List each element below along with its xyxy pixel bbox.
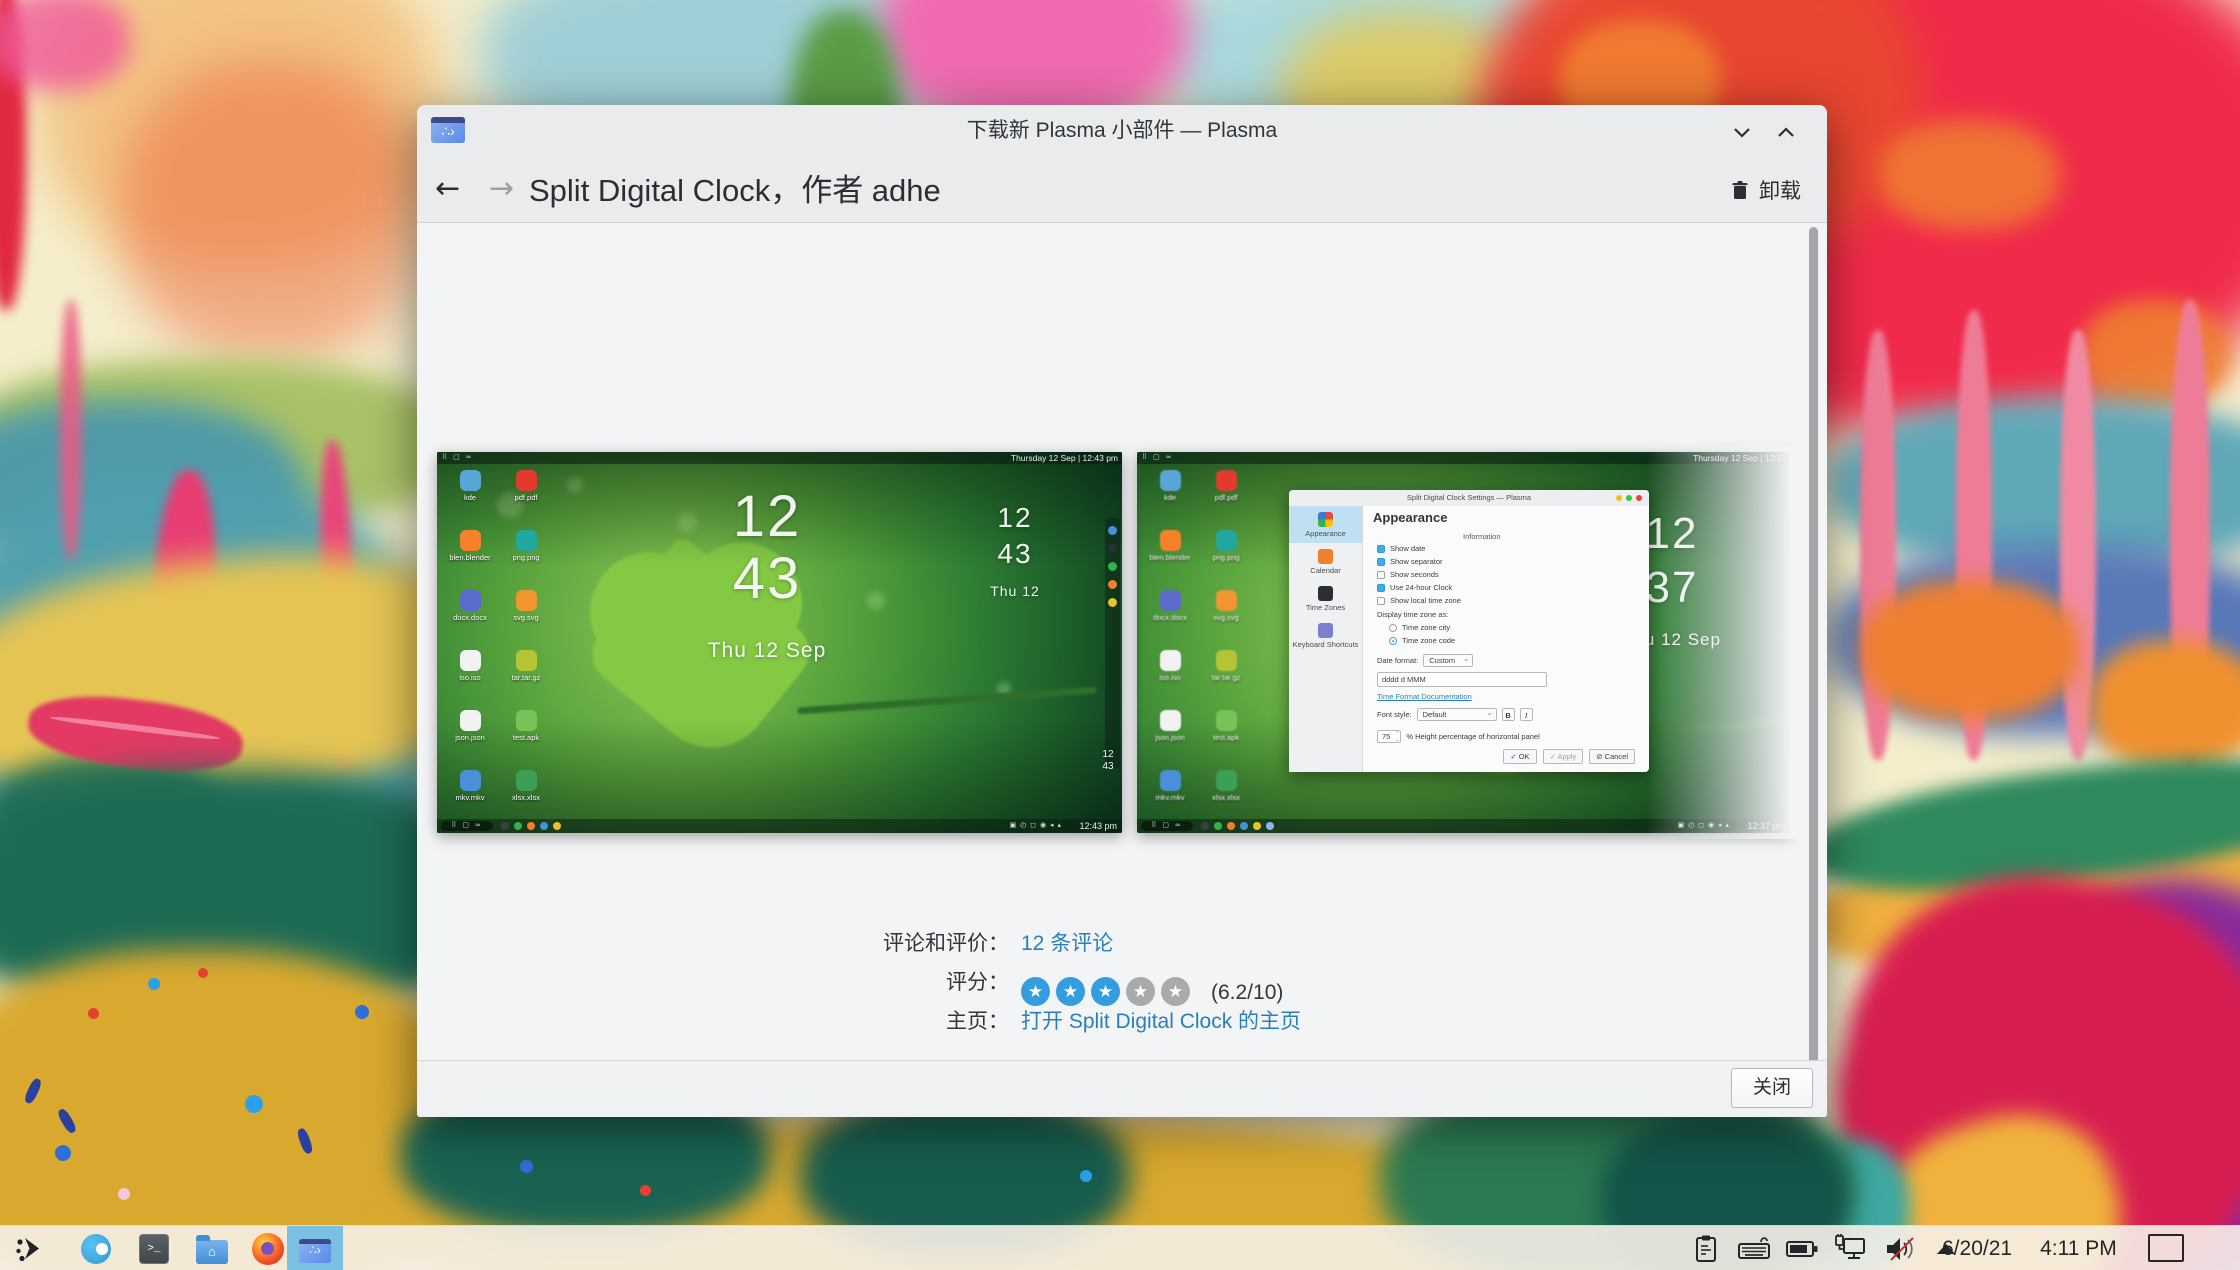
taskbar: >_ ⌂ ∴› 6/20/214 <box>0 1225 2240 1270</box>
scrollbar-thumb[interactable] <box>1809 227 1818 1075</box>
network-tray-icon[interactable] <box>1828 1226 1874 1270</box>
mini-window-buttons <box>1616 495 1642 501</box>
uninstall-button[interactable]: 卸载 <box>1730 171 1801 209</box>
mini-taskbar: ⠿ ▢ ≃ ▣ ◴ ◻ ◉ ◂ ▴ 12:43 pm <box>437 819 1122 833</box>
split-clock-widget: 12 43 Thu 12 Sep <box>687 486 847 666</box>
mini-taskbar: ⠿ ▢ ≃ ▣ ◴ ◻ ◉ ◂ ▴ 12:37 pm <box>1137 819 1790 833</box>
chevron-up-icon[interactable] <box>1773 119 1799 145</box>
mini-side-panel <box>1105 518 1120 768</box>
uninstall-label: 卸载 <box>1759 175 1801 205</box>
chevron-down-icon[interactable] <box>1729 119 1755 145</box>
rating-stars: ★ ★ ★ ★ ★ <box>1021 977 1190 1006</box>
volume-muted-tray-icon[interactable] <box>1878 1226 1924 1270</box>
dialog-titlebar[interactable]: ∴› 下载新 Plasma 小部件 — Plasma <box>417 105 1827 157</box>
star-icon: ★ <box>1056 977 1085 1006</box>
mini-settings-sidebar: Appearance Calendar Time Zones Keyboard … <box>1289 506 1363 772</box>
desktop: ∴› 下载新 Plasma 小部件 — Plasma ← → Split Dig… <box>0 0 2240 1270</box>
mini-sidebar-calendar: Calendar <box>1289 543 1362 580</box>
mini-top-clock: Thursday 12 Sep | 12:43 pm <box>1011 452 1118 464</box>
trash-icon <box>1730 179 1750 201</box>
widget-screenshot-2[interactable]: ⠿ ▢ ≃ Thursday 12 Sep | 12:37 kde pdf.pd… <box>1137 452 1790 833</box>
mini-taskbar-clock: 12:37 pm <box>1747 819 1785 833</box>
mini-settings-window: Split Digital Clock Settings — Plasma Ap… <box>1289 490 1649 772</box>
mini-sidebar-appearance: Appearance <box>1289 506 1362 543</box>
rating-label: 评分： <box>946 966 1009 996</box>
app-launcher-button[interactable] <box>0 1226 56 1270</box>
comments-link[interactable]: 12 条评论 <box>1021 927 1113 957</box>
dolphin-task[interactable]: ⌂ <box>184 1226 240 1270</box>
dialog-content: ⠿ ▢ ≃ Thursday 12 Sep | 12:43 pm kde pdf… <box>417 224 1827 1060</box>
firefox-icon <box>252 1233 284 1265</box>
mini-settings-main: Appearance Information Show date Show se… <box>1373 506 1641 772</box>
comments-label: 评论和评价： <box>883 927 1009 957</box>
dialog-footer: 关闭 <box>417 1060 1827 1117</box>
back-arrow-icon[interactable]: ← <box>435 167 460 211</box>
kde-launcher-icon <box>13 1234 43 1264</box>
show-desktop-button[interactable] <box>2148 1234 2184 1262</box>
mini-top-panel: ⠿ ▢ ≃ Thursday 12 Sep | 12:43 pm <box>437 452 1122 464</box>
taskbar-date: 6/20/21 <box>1942 1237 2012 1260</box>
mini-sidebar-shortcuts: Keyboard Shortcuts <box>1289 617 1362 654</box>
battery-tray-icon[interactable] <box>1780 1226 1824 1270</box>
star-icon: ★ <box>1091 977 1120 1006</box>
star-icon: ★ <box>1021 977 1050 1006</box>
homepage-link[interactable]: 打开 Split Digital Clock 的主页 <box>1021 1005 1301 1035</box>
mini-taskbar-clock: 12:43 pm <box>1079 819 1117 833</box>
homepage-label: 主页： <box>946 1005 1009 1035</box>
mini-settings-title: Split Digital Clock Settings — Plasma <box>1289 490 1649 506</box>
rating-value: (6.2/10) <box>1211 981 1283 1005</box>
system-settings-task[interactable] <box>68 1226 124 1270</box>
taskbar-time: 4:11 PM <box>2040 1237 2117 1260</box>
side-clock-widget: 12 43 Thu 12 <box>955 500 1075 606</box>
clipboard-tray-icon[interactable] <box>1686 1226 1726 1270</box>
get-new-widgets-dialog: ∴› 下载新 Plasma 小部件 — Plasma ← → Split Dig… <box>417 105 1827 1117</box>
mini-top-panel: ⠿ ▢ ≃ Thursday 12 Sep | 12:37 <box>1137 452 1790 464</box>
widget-screenshot-1[interactable]: ⠿ ▢ ≃ Thursday 12 Sep | 12:43 pm kde pdf… <box>437 452 1122 833</box>
folder-icon: ⌂ <box>196 1240 228 1264</box>
mini-panel-clock: 12 43 <box>1097 749 1119 773</box>
toggle-icon <box>81 1234 111 1264</box>
digital-clock-applet[interactable]: 6/20/21 4:11 PM <box>1942 1226 2117 1270</box>
plasma-widgets-task-active[interactable]: ∴› <box>287 1226 343 1270</box>
konsole-task[interactable]: >_ <box>126 1226 182 1270</box>
dialog-title: 下载新 Plasma 小部件 — Plasma <box>417 105 1827 157</box>
close-button[interactable]: 关闭 <box>1731 1068 1813 1108</box>
keyboard-tray-icon[interactable] <box>1732 1226 1776 1270</box>
mini-sidebar-timezones: Time Zones <box>1289 580 1362 617</box>
page-title: Split Digital Clock，作者 adhe <box>529 165 941 210</box>
dialog-header: ← → Split Digital Clock，作者 adhe 卸载 <box>417 157 1827 223</box>
star-icon: ★ <box>1126 977 1155 1006</box>
forward-arrow-icon: → <box>489 167 514 211</box>
terminal-icon: >_ <box>139 1234 169 1264</box>
plasma-widget-window-icon: ∴› <box>299 1239 331 1263</box>
mini-top-clock: Thursday 12 Sep | 12:37 <box>1693 452 1786 464</box>
star-icon: ★ <box>1161 977 1190 1006</box>
